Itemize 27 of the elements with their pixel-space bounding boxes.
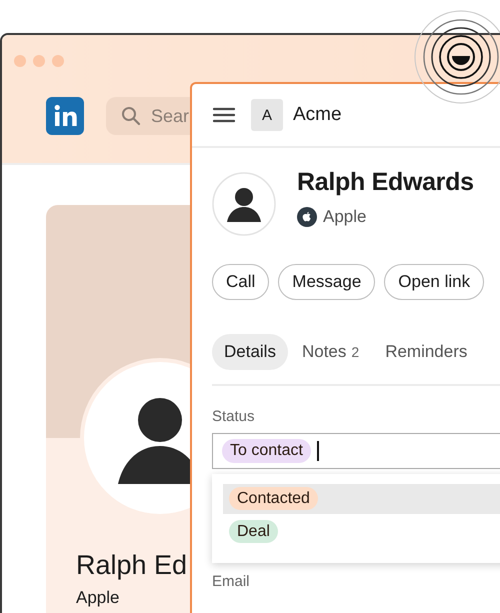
status-field[interactable]: To contact — [212, 433, 500, 469]
menu-icon[interactable] — [213, 107, 235, 123]
contact-name: Ralph Edwards — [297, 168, 474, 197]
workspace-avatar[interactable]: A — [251, 99, 283, 131]
text-cursor — [316, 441, 319, 461]
window-control-icon[interactable] — [52, 55, 64, 67]
search-icon — [121, 106, 141, 126]
workspace-name[interactable]: Acme — [293, 104, 342, 126]
window-control-icon[interactable] — [14, 55, 26, 67]
tab[interactable]: Notes 2 — [290, 334, 372, 370]
action-button[interactable]: Message — [278, 264, 376, 300]
company-logo-icon — [297, 207, 317, 227]
avatar-icon — [212, 172, 276, 236]
profile-company: Apple — [76, 588, 120, 608]
field-label: Status — [212, 408, 256, 425]
menu-option[interactable]: Deal — [223, 517, 500, 547]
action-button[interactable]: Call — [212, 264, 270, 300]
company-name: Apple — [323, 207, 366, 227]
menu-option[interactable]: Contacted — [223, 484, 500, 514]
status-tag: To contact — [222, 439, 311, 463]
profile-name: Ralph Ed — [76, 550, 188, 581]
field-label: Email — [212, 573, 251, 590]
logo-icon[interactable] — [46, 97, 84, 135]
window-control-icon[interactable] — [33, 55, 45, 67]
action-button[interactable]: Open link — [384, 264, 484, 300]
tab[interactable]: Reminders — [373, 334, 480, 370]
tab[interactable]: Details — [212, 334, 288, 370]
